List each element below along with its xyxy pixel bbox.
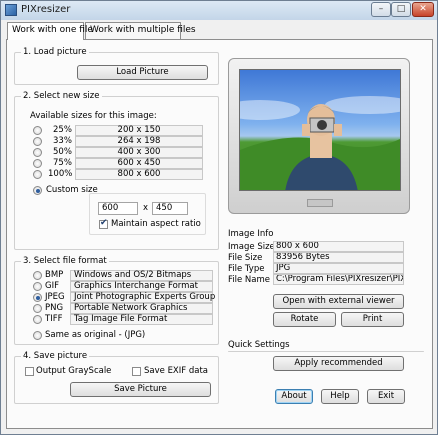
file-format-title: 3. Select file format <box>21 256 109 266</box>
image-size-label: Image Size <box>228 242 275 252</box>
maintain-aspect-checkbox[interactable] <box>99 218 108 229</box>
size-75-radio[interactable] <box>33 159 42 168</box>
format-gif-label: GIF <box>45 281 59 291</box>
format-tiff-desc: Tag Image File Format <box>70 314 213 325</box>
tab-panel: 1. Load picture Load Picture 2. Select n… <box>6 39 433 429</box>
select-size-group: 2. Select new size Available sizes for t… <box>14 91 219 250</box>
file-name-value: C:\Program Files\PIXresizer\PIXresiz <box>273 274 404 285</box>
image-info-title: Image Info <box>228 229 274 239</box>
rotate-button[interactable]: Rotate <box>273 312 336 327</box>
format-bmp-radio[interactable] <box>33 271 42 280</box>
preview-monitor <box>228 58 410 214</box>
app-icon <box>5 4 17 16</box>
title-bar[interactable]: PIXresizer – □ ✕ <box>1 1 437 20</box>
apply-recommended-button[interactable]: Apply recommended <box>273 356 404 371</box>
size-100-radio[interactable] <box>33 170 42 179</box>
size-25-label: 25% <box>53 125 72 135</box>
format-jpeg-desc: Joint Photographic Experts Group <box>70 292 215 303</box>
maximize-button[interactable]: □ <box>391 2 411 17</box>
file-size-label: File Size <box>228 253 263 263</box>
save-exif-label: Save EXIF data <box>144 366 209 376</box>
maintain-aspect-label: Maintain aspect ratio <box>111 219 201 229</box>
custom-size-box: 600 x 450 Maintain aspect ratio <box>89 193 206 235</box>
available-sizes-label: Available sizes for this image: <box>30 111 157 121</box>
load-picture-title: 1. Load picture <box>21 47 89 57</box>
format-gif-desc: Graphics Interchange Format <box>70 281 213 292</box>
format-png-radio[interactable] <box>33 304 42 313</box>
size-50-radio[interactable] <box>33 148 42 157</box>
monitor-stand <box>307 199 333 207</box>
custom-height-input[interactable]: 450 <box>152 202 188 215</box>
size-33-dims: 264 x 198 <box>75 136 203 147</box>
save-picture-button[interactable]: Save Picture <box>70 382 211 397</box>
minimize-button[interactable]: – <box>371 2 391 17</box>
load-picture-button[interactable]: Load Picture <box>77 65 208 80</box>
about-button[interactable]: About <box>275 389 313 404</box>
size-100-label: 100% <box>48 169 73 179</box>
size-25-dims: 200 x 150 <box>75 125 203 136</box>
file-name-label: File Name <box>228 275 271 285</box>
format-bmp-label: BMP <box>45 270 64 280</box>
custom-size-radio[interactable] <box>33 186 42 195</box>
size-33-label: 33% <box>53 136 72 146</box>
close-button[interactable]: ✕ <box>412 2 434 17</box>
select-size-title: 2. Select new size <box>21 91 102 101</box>
size-50-label: 50% <box>53 147 72 157</box>
save-picture-title: 4. Save picture <box>21 351 90 361</box>
same-as-original-label: Same as original - (JPG) <box>45 330 146 340</box>
print-button[interactable]: Print <box>341 312 404 327</box>
grayscale-label: Output GrayScale <box>36 366 112 376</box>
open-external-viewer-button[interactable]: Open with external viewer <box>273 294 404 309</box>
size-75-dims: 600 x 450 <box>75 158 203 169</box>
preview-photo <box>240 96 400 190</box>
format-png-desc: Portable Network Graphics <box>70 303 213 314</box>
same-as-original-radio[interactable] <box>33 331 42 340</box>
help-button[interactable]: Help <box>321 389 359 404</box>
size-25-radio[interactable] <box>33 126 42 135</box>
app-window: PIXresizer – □ ✕ Work with one file Work… <box>0 0 438 435</box>
load-picture-group: 1. Load picture Load Picture <box>14 47 219 85</box>
quick-settings-title: Quick Settings <box>228 340 290 350</box>
size-50-dims: 400 x 300 <box>75 147 203 158</box>
tab-multiple-files[interactable]: Work with multiple files <box>85 22 196 39</box>
save-picture-group: 4. Save picture Output GrayScale Save EX… <box>14 351 219 404</box>
size-33-radio[interactable] <box>33 137 42 146</box>
file-format-group: 3. Select file format BMP Windows and OS… <box>14 256 219 345</box>
file-type-value: JPG <box>273 263 404 274</box>
image-size-value: 800 x 600 <box>273 241 404 252</box>
format-bmp-desc: Windows and OS/2 Bitmaps <box>70 270 213 281</box>
save-exif-checkbox[interactable] <box>132 367 141 376</box>
tab-one-file[interactable]: Work with one file <box>7 22 93 40</box>
format-tiff-label: TIFF <box>45 314 63 324</box>
custom-width-input[interactable]: 600 <box>98 202 138 215</box>
grayscale-checkbox[interactable] <box>25 367 34 376</box>
window-title: PIXresizer <box>21 4 71 15</box>
format-jpeg-radio[interactable] <box>33 293 42 302</box>
size-75-label: 75% <box>53 158 72 168</box>
file-type-label: File Type <box>228 264 265 274</box>
format-tiff-radio[interactable] <box>33 315 42 324</box>
quick-settings-divider <box>228 351 424 352</box>
file-size-value: 83956 Bytes <box>273 252 404 263</box>
format-png-label: PNG <box>45 303 64 313</box>
format-jpeg-label: JPEG <box>45 292 65 302</box>
size-100-dims: 800 x 600 <box>75 169 203 180</box>
image-preview <box>239 69 401 191</box>
custom-size-separator: x <box>143 203 149 213</box>
format-gif-radio[interactable] <box>33 282 42 291</box>
exit-button[interactable]: Exit <box>367 389 405 404</box>
